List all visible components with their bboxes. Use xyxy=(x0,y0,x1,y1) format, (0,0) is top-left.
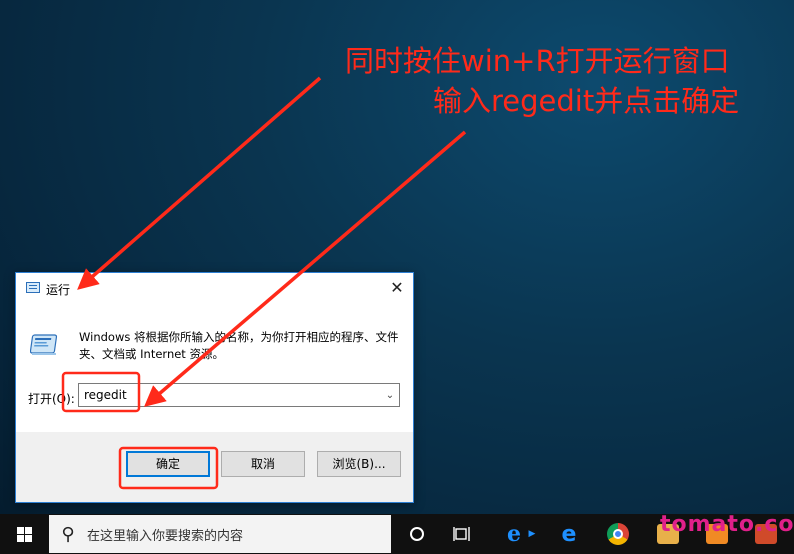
run-program-icon xyxy=(30,334,58,355)
open-input[interactable]: regedit xyxy=(79,388,381,402)
search-icon: ⚲ xyxy=(61,523,75,545)
cancel-button[interactable]: 取消 xyxy=(221,451,305,477)
dialog-title: 运行 xyxy=(46,283,71,297)
run-dialog: 运行 ✕ Windows 将根据你所输入的名称，为你打开相应的程序、文件夹、文档… xyxy=(15,272,414,503)
internet-explorer-icon[interactable]: e xyxy=(502,521,526,547)
watermark: tomato.com xyxy=(660,512,794,537)
chevron-down-icon[interactable]: ⌄ xyxy=(381,390,399,401)
search-placeholder[interactable]: 在这里输入你要搜索的内容 xyxy=(87,525,243,544)
title-bar[interactable]: 运行 ✕ xyxy=(16,273,413,303)
windows-start-icon[interactable] xyxy=(0,514,48,554)
dialog-description: Windows 将根据你所输入的名称，为你打开相应的程序、文件夹、文档或 Int… xyxy=(79,330,399,361)
chrome-icon[interactable] xyxy=(606,522,630,546)
task-view-icon[interactable] xyxy=(450,522,474,546)
open-label: 打开(O): xyxy=(28,392,75,406)
annotation-line-2: 输入regedit并点击确定 xyxy=(433,84,740,118)
jump-arrow-icon: ▶ xyxy=(528,529,536,539)
close-button[interactable]: ✕ xyxy=(387,278,407,298)
ok-button[interactable]: 确定 xyxy=(126,451,210,477)
edge-icon[interactable]: e xyxy=(557,522,581,547)
annotation-line-1: 同时按住win+R打开运行窗口 xyxy=(345,44,730,78)
dialog-footer: 确定 取消 浏览(B)... xyxy=(16,432,413,502)
arrow-to-dialog-title xyxy=(77,76,322,290)
browse-button[interactable]: 浏览(B)... xyxy=(317,451,401,477)
cortana-icon[interactable] xyxy=(405,522,429,546)
taskbar-search-box[interactable]: ⚲ 在这里输入你要搜索的内容 xyxy=(49,515,391,553)
run-icon xyxy=(26,282,40,293)
open-combobox[interactable]: regedit ⌄ xyxy=(78,383,400,407)
